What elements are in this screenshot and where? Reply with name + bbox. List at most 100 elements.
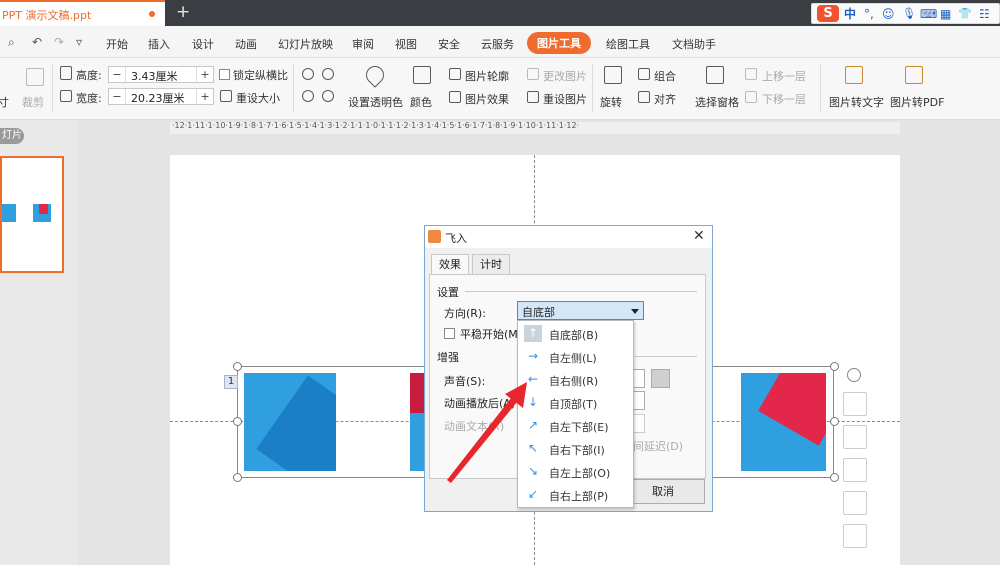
sound-preview-icon[interactable]	[651, 369, 670, 388]
crop-icon[interactable]	[26, 68, 44, 86]
skin-shirt-icon[interactable]: 👕	[958, 6, 972, 22]
contrast-down-icon[interactable]	[322, 90, 334, 102]
slide-thumbnail[interactable]	[0, 156, 64, 273]
picture-outline-label[interactable]: 图片轮廓	[465, 68, 509, 84]
fill-icon[interactable]	[843, 458, 867, 482]
picture-outline-icon[interactable]	[449, 68, 461, 80]
menu-review[interactable]: 审阅	[352, 36, 374, 52]
option-from-bottom-left[interactable]: ↗ 自左下部(E)	[518, 414, 633, 437]
change-picture-icon[interactable]	[527, 68, 539, 80]
resize-handle[interactable]	[830, 362, 839, 371]
direction-select[interactable]: 自底部	[517, 301, 644, 320]
redo-icon[interactable]: ↷	[54, 35, 64, 49]
crop-label[interactable]: 裁剪	[22, 94, 44, 110]
contrast-up-icon[interactable]	[322, 68, 334, 80]
keyboard-icon[interactable]: ⌨	[920, 6, 937, 22]
transparent-color-icon[interactable]	[362, 62, 388, 88]
option-from-right[interactable]: ← 自右侧(R)	[518, 368, 633, 391]
picture-effect-label[interactable]: 图片效果	[465, 91, 509, 107]
option-from-top[interactable]: ↓ 自顶部(T)	[518, 391, 633, 414]
tab-timing[interactable]: 计时	[472, 254, 510, 275]
send-backward-icon[interactable]	[745, 91, 757, 103]
print-preview-icon[interactable]: ⌕	[8, 35, 15, 50]
picture-to-pdf-icon[interactable]	[905, 66, 923, 84]
send-backward-label[interactable]: 下移一层	[762, 91, 806, 107]
slides-panel-tab[interactable]: 灯片	[0, 128, 24, 144]
smooth-start-label[interactable]: 平稳开始(M)	[460, 326, 522, 342]
punct-icon[interactable]: °,	[864, 6, 874, 22]
close-icon[interactable]: ✕	[693, 228, 705, 244]
width-minus-button[interactable]: −	[109, 89, 126, 104]
height-input[interactable]: − 3.43厘米 +	[108, 66, 214, 83]
menu-drawing-tools[interactable]: 绘图工具	[606, 36, 650, 52]
menu-picture-tools[interactable]: 图片工具	[527, 32, 591, 54]
change-picture-label[interactable]: 更改图片	[543, 68, 587, 84]
menu-view[interactable]: 视图	[395, 36, 417, 52]
toolbox-icon[interactable]: ▦	[940, 6, 951, 22]
animation-order-badge[interactable]: 1	[224, 375, 238, 389]
option-from-left[interactable]: → 自左侧(L)	[518, 345, 633, 368]
text-wrap-icon[interactable]	[843, 524, 867, 548]
selection-pane-label[interactable]: 选择窗格	[695, 94, 739, 110]
brightness-up-icon[interactable]	[302, 68, 314, 80]
align-icon[interactable]	[638, 91, 650, 103]
menu-animation[interactable]: 动画	[235, 36, 257, 52]
color-label[interactable]: 颜色	[410, 94, 432, 110]
option-from-bottom[interactable]: ↑ 自底部(B)	[518, 322, 633, 345]
brightness-down-icon[interactable]	[302, 90, 314, 102]
menu-security[interactable]: 安全	[438, 36, 460, 52]
width-value[interactable]: 20.23厘米	[131, 90, 185, 106]
picture-to-text-label[interactable]: 图片转文字	[829, 94, 884, 110]
ime-lang-icon[interactable]: 中	[844, 6, 856, 22]
undo-icon[interactable]: ↶	[32, 35, 42, 49]
ime-menu-icon[interactable]: ☷	[979, 6, 990, 22]
resize-handle[interactable]	[830, 473, 839, 482]
resize-handle[interactable]	[233, 362, 242, 371]
menu-design[interactable]: 设计	[192, 36, 214, 52]
resize-handle[interactable]	[233, 417, 242, 426]
ime-toolbar[interactable]: S 中 °, ☺ 🎙 ⌨ ▦ 👕 ☷	[811, 3, 1000, 24]
picture-to-pdf-label[interactable]: 图片转PDF	[890, 94, 944, 110]
height-value[interactable]: 3.43厘米	[131, 68, 178, 84]
reset-size-icon[interactable]	[220, 90, 232, 102]
tab-effect[interactable]: 效果	[431, 254, 469, 276]
picture-effect-icon[interactable]	[449, 91, 461, 103]
dialog-titlebar[interactable]: 飞入 ✕	[425, 226, 712, 248]
picture-to-text-icon[interactable]	[845, 66, 863, 84]
align-label[interactable]: 对齐	[654, 91, 676, 107]
group-label[interactable]: 组合	[654, 68, 676, 84]
bring-forward-icon[interactable]	[745, 68, 757, 80]
border-icon[interactable]	[843, 491, 867, 515]
width-input[interactable]: − 20.23厘米 +	[108, 88, 214, 105]
emoji-icon[interactable]: ☺	[882, 6, 895, 22]
document-tab[interactable]: PPT 演示文稿.ppt	[0, 0, 165, 26]
set-transparent-label[interactable]: 设置透明色	[348, 94, 403, 110]
sogou-logo-icon[interactable]: S	[817, 5, 839, 22]
reset-size-label[interactable]: 重设大小	[236, 90, 280, 106]
menu-doc-assistant[interactable]: 文档助手	[672, 36, 716, 52]
collapse-toolbar-icon[interactable]	[847, 368, 861, 382]
quick-access-menu-icon[interactable]: ▿	[76, 35, 82, 49]
rotate-label[interactable]: 旋转	[600, 94, 622, 110]
menu-home[interactable]: 开始	[106, 36, 128, 52]
color-icon[interactable]	[413, 66, 431, 84]
reset-picture-label[interactable]: 重设图片	[543, 91, 587, 107]
menu-cloud[interactable]: 云服务	[481, 36, 514, 52]
height-minus-button[interactable]: −	[109, 67, 126, 82]
bring-forward-label[interactable]: 上移一层	[762, 68, 806, 84]
menu-slideshow[interactable]: 幻灯片放映	[278, 36, 333, 52]
selection-pane-icon[interactable]	[706, 66, 724, 84]
lock-ratio-label[interactable]: 锁定纵横比	[233, 67, 288, 83]
option-from-top-right[interactable]: ↙ 自右上部(P)	[518, 483, 633, 506]
smooth-start-checkbox[interactable]	[444, 328, 455, 339]
picture-style-icon[interactable]	[843, 392, 867, 416]
menu-insert[interactable]: 插入	[148, 36, 170, 52]
rotate-icon[interactable]	[604, 66, 622, 84]
group-icon[interactable]	[638, 68, 650, 80]
resize-handle[interactable]	[233, 473, 242, 482]
option-from-top-left[interactable]: ↘ 自左上部(O)	[518, 460, 633, 483]
lock-ratio-checkbox[interactable]	[219, 69, 230, 80]
pen-icon[interactable]	[843, 425, 867, 449]
height-plus-button[interactable]: +	[196, 67, 213, 82]
new-tab-button[interactable]: +	[176, 3, 190, 21]
